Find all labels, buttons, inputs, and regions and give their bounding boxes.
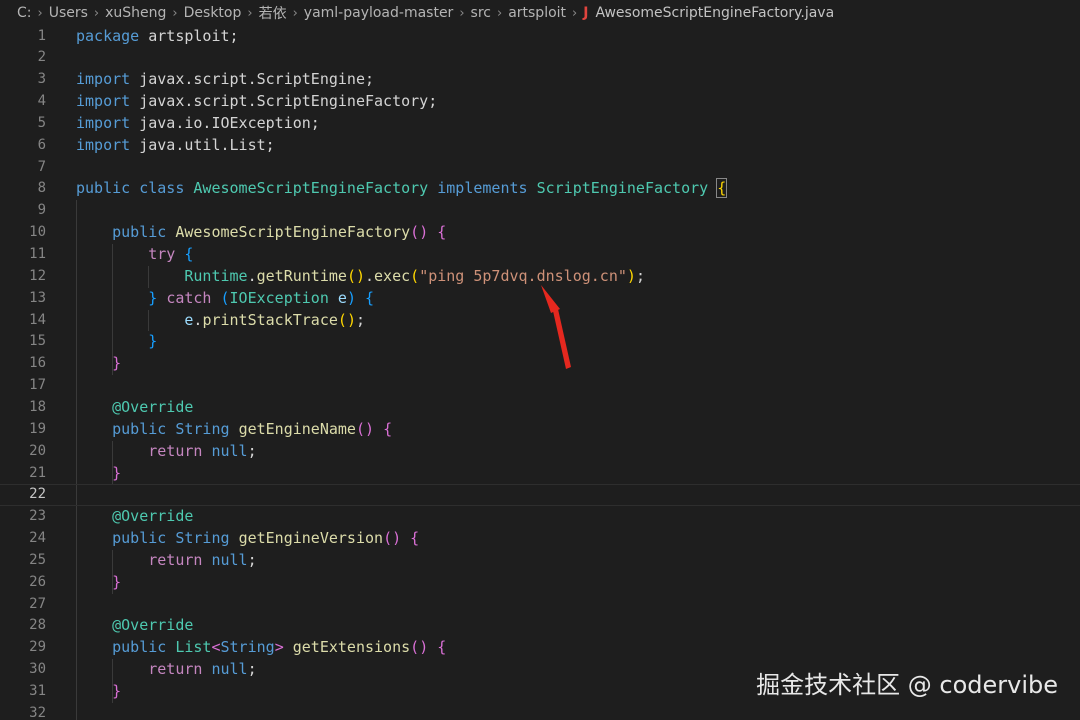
code-editor-window: C: › Users › xuSheng › Desktop › 若依 › ya… bbox=[0, 0, 1080, 720]
red-arrow-annotation bbox=[541, 285, 571, 369]
watermark: 掘金技术社区 @ codervibe bbox=[756, 671, 1058, 699]
arrow-head bbox=[541, 285, 560, 313]
arrow-shaft bbox=[553, 309, 571, 369]
